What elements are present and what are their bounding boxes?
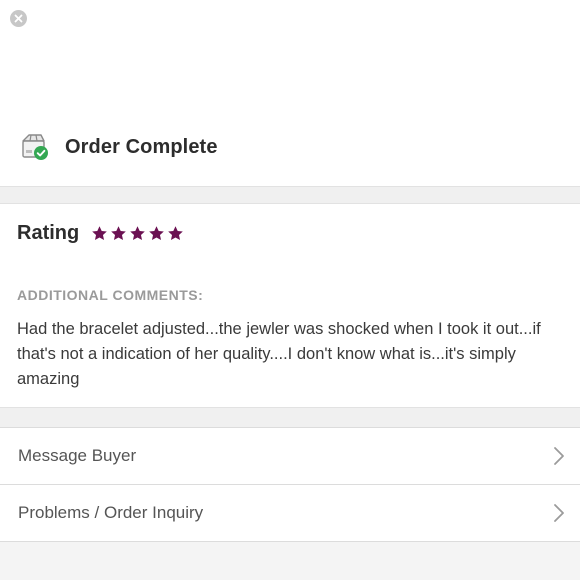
section-divider (0, 407, 580, 427)
message-buyer-button[interactable]: Message Buyer (0, 428, 580, 485)
star-icon (92, 226, 108, 241)
rating-row: Rating (17, 222, 184, 245)
review-section: Rating ADDITIONAL COMMENTS: Had the brac… (0, 204, 580, 407)
order-status: Order Complete (20, 131, 218, 163)
comments-label: ADDITIONAL COMMENTS: (17, 287, 204, 303)
order-header: Order Complete (0, 0, 580, 186)
box-check-icon (20, 132, 50, 162)
chevron-right-icon (554, 504, 564, 522)
star-icon (111, 226, 127, 241)
rating-label: Rating (17, 222, 80, 244)
close-icon[interactable] (10, 10, 27, 27)
star-icon (130, 226, 146, 241)
chevron-right-icon (554, 447, 564, 465)
page-title: Order Complete (65, 135, 218, 158)
menu-item-label: Message Buyer (18, 446, 137, 465)
order-inquiry-button[interactable]: Problems / Order Inquiry (0, 485, 580, 542)
action-menu: Message Buyer Problems / Order Inquiry (0, 427, 580, 542)
star-icon (168, 226, 184, 241)
page-background (0, 543, 580, 580)
comments-text: Had the bracelet adjusted...the jewler w… (17, 320, 541, 388)
menu-item-label: Problems / Order Inquiry (18, 503, 204, 522)
star-rating (91, 225, 184, 242)
section-divider (0, 186, 580, 204)
star-icon (149, 226, 165, 241)
